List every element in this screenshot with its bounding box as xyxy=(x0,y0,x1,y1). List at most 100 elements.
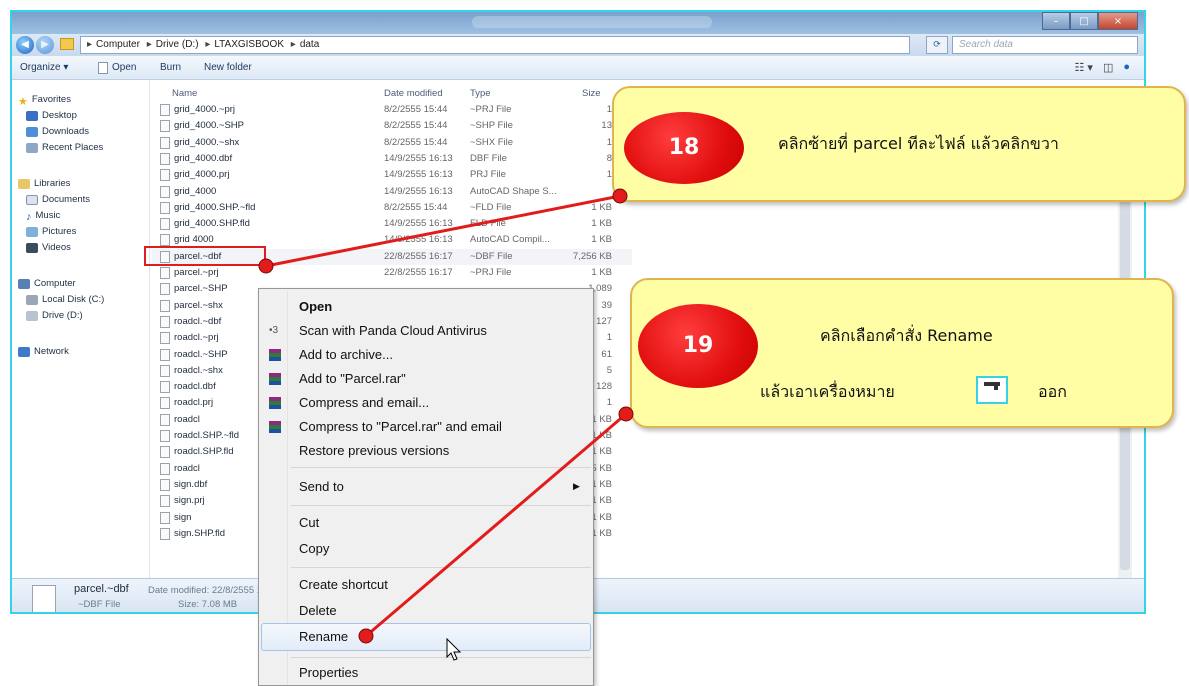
menu-item-restore[interactable]: Restore previous versions xyxy=(299,443,449,458)
file-size: 13 xyxy=(601,120,612,132)
open-button[interactable]: Open xyxy=(112,62,136,73)
menu-item-add-archive[interactable]: Add to archive... xyxy=(299,347,393,362)
details-type: ~DBF File xyxy=(78,599,121,610)
nav-network[interactable]: Network xyxy=(18,346,69,357)
file-name: grid_4000.~shx xyxy=(174,136,240,148)
breadcrumb-data[interactable]: data xyxy=(300,39,319,50)
file-icon xyxy=(160,218,170,231)
menu-separator xyxy=(291,567,591,568)
desktop-icon xyxy=(26,110,38,121)
file-size: 1 KB xyxy=(591,201,612,213)
new-folder-button[interactable]: New folder xyxy=(204,62,252,73)
nav-computer[interactable]: Computer xyxy=(18,278,76,289)
window-title-blurred xyxy=(472,16,712,28)
folder-icon xyxy=(60,38,74,50)
maximize-icon[interactable]: □ xyxy=(1070,12,1098,30)
help-icon[interactable]: ● xyxy=(1123,61,1130,74)
nav-music[interactable]: ♪ Music xyxy=(26,210,60,223)
file-icon xyxy=(160,120,170,133)
file-icon xyxy=(160,478,170,491)
file-row[interactable]: parcel.~prj 22/8/2555 16:17 ~PRJ File 1 KB xyxy=(152,265,632,281)
nav-label: Libraries xyxy=(34,178,71,189)
breadcrumb-computer[interactable]: Computer xyxy=(96,39,140,50)
title-bar[interactable]: – □ × xyxy=(12,12,1144,34)
column-type[interactable]: Type xyxy=(470,88,491,99)
address-bar[interactable]: ▸ Computer ▸ Drive (D:) ▸ LTAXGISBOOK ▸ data xyxy=(80,36,910,54)
nav-recent-places[interactable]: Recent Places xyxy=(26,142,103,153)
file-row[interactable]: grid_4000.~SHP 8/2/2555 15:44 ~SHP File 13 xyxy=(152,118,632,134)
winrar-icon xyxy=(269,421,281,433)
winrar-icon xyxy=(269,349,281,361)
nav-libraries[interactable]: Libraries xyxy=(18,178,70,189)
file-row[interactable]: grid_4000.prj 14/9/2555 16:13 PRJ File 1 xyxy=(152,167,632,183)
menu-item-open[interactable]: Open xyxy=(299,299,332,314)
menu-item-create-shortcut[interactable]: Create shortcut xyxy=(299,577,388,592)
file-icon xyxy=(160,430,170,442)
file-icon xyxy=(160,152,170,165)
file-row[interactable]: grid_4000.~prj 8/2/2555 15:44 ~PRJ File 1 xyxy=(152,102,632,118)
menu-item-compress-rar-email[interactable]: Compress to "Parcel.rar" and email xyxy=(299,419,502,434)
menu-item-delete[interactable]: Delete xyxy=(299,603,337,618)
close-icon[interactable]: × xyxy=(1098,12,1138,30)
back-icon[interactable]: ◀ xyxy=(16,36,34,54)
column-date[interactable]: Date modified xyxy=(384,88,443,99)
screenshot-stage: – □ × ◀ ▶ ▸ Computer ▸ Drive (D:) ▸ LTAXGIS… xyxy=(0,0,1189,686)
file-name: grid_4000.~SHP xyxy=(174,120,244,132)
file-row[interactable]: grid_4000.dbf 14/9/2555 16:13 DBF File 8 xyxy=(152,151,632,167)
burn-button[interactable]: Burn xyxy=(160,62,181,73)
file-icon xyxy=(160,446,170,459)
menu-item-cut[interactable]: Cut xyxy=(299,515,319,530)
menu-item-send-to[interactable]: Send to xyxy=(299,479,344,494)
breadcrumb-drive[interactable]: Drive (D:) xyxy=(156,39,199,50)
organize-button[interactable]: Organize ▾ xyxy=(20,62,68,73)
menu-item-compress-email[interactable]: Compress and email... xyxy=(299,395,429,410)
file-row[interactable]: grid_4000.SHP.~fld 8/2/2555 15:44 ~FLD Fil… xyxy=(152,200,632,216)
file-row[interactable]: grid_4000.SHP.fld 14/9/2555 16:13 FLD File… xyxy=(152,216,632,232)
nav-desktop[interactable]: Desktop xyxy=(26,110,77,121)
refresh-icon[interactable]: ⟳ xyxy=(926,36,948,54)
preview-pane-icon[interactable]: ◫ xyxy=(1103,61,1113,74)
file-name: grid_4000.SHP.~fld xyxy=(174,201,256,213)
file-name: roadcl xyxy=(174,462,200,474)
menu-item-rename[interactable]: Rename xyxy=(299,629,348,644)
file-row[interactable]: grid_4000.~shx 8/2/2555 15:44 ~SHX File 1 xyxy=(152,135,632,151)
file-name: grid_4000.prj xyxy=(174,169,230,181)
nav-videos[interactable]: Videos xyxy=(26,242,71,253)
file-icon xyxy=(160,332,170,345)
file-size: 1 KB xyxy=(591,234,612,246)
selected-file-highlight xyxy=(144,246,266,266)
menu-item-scan[interactable]: Scan with Panda Cloud Antivirus xyxy=(299,323,487,338)
breadcrumb-folder[interactable]: LTAXGISBOOK xyxy=(214,39,284,50)
nav-label: Drive (D:) xyxy=(42,310,83,321)
column-name[interactable]: Name xyxy=(172,88,197,99)
panda-antivirus-icon: •3 xyxy=(269,325,279,336)
file-type: ~SHP File xyxy=(470,120,513,132)
nav-local-disk[interactable]: Local Disk (C:) xyxy=(26,294,104,305)
details-filename: parcel.~dbf xyxy=(74,583,129,595)
file-date: 14/9/2555 16:13 xyxy=(384,185,453,197)
column-size[interactable]: Size xyxy=(582,88,600,99)
nav-label: Computer xyxy=(34,278,76,289)
file-name: roadcl.prj xyxy=(174,397,214,409)
menu-item-copy[interactable]: Copy xyxy=(299,541,329,556)
nav-favorites[interactable]: ★ Favorites xyxy=(18,94,71,108)
nav-documents[interactable]: Documents xyxy=(26,194,90,205)
nav-pictures[interactable]: Pictures xyxy=(26,226,76,237)
file-row[interactable]: grid_4000 14/9/2555 16:13 AutoCAD Shape S.… xyxy=(152,184,632,200)
view-options-icon[interactable]: ☷ ▾ xyxy=(1074,61,1092,74)
file-icon xyxy=(160,527,170,540)
minimize-icon[interactable]: – xyxy=(1042,12,1070,30)
forward-icon[interactable]: ▶ xyxy=(36,36,54,54)
file-date: 22/8/2555 16:17 xyxy=(384,267,453,278)
nav-downloads[interactable]: Downloads xyxy=(26,126,89,137)
nav-drive-d[interactable]: Drive (D:) xyxy=(26,310,83,321)
file-name: grid 4000 xyxy=(174,234,214,246)
nav-label: Favorites xyxy=(31,94,71,105)
file-type: ~DBF File xyxy=(470,250,513,262)
menu-item-properties[interactable]: Properties xyxy=(299,665,358,680)
music-icon: ♪ xyxy=(26,210,32,223)
search-input[interactable]: Search data xyxy=(952,36,1138,54)
file-name: roadcl.~prj xyxy=(174,332,219,344)
file-icon xyxy=(160,364,170,377)
menu-item-add-rar[interactable]: Add to "Parcel.rar" xyxy=(299,371,406,386)
